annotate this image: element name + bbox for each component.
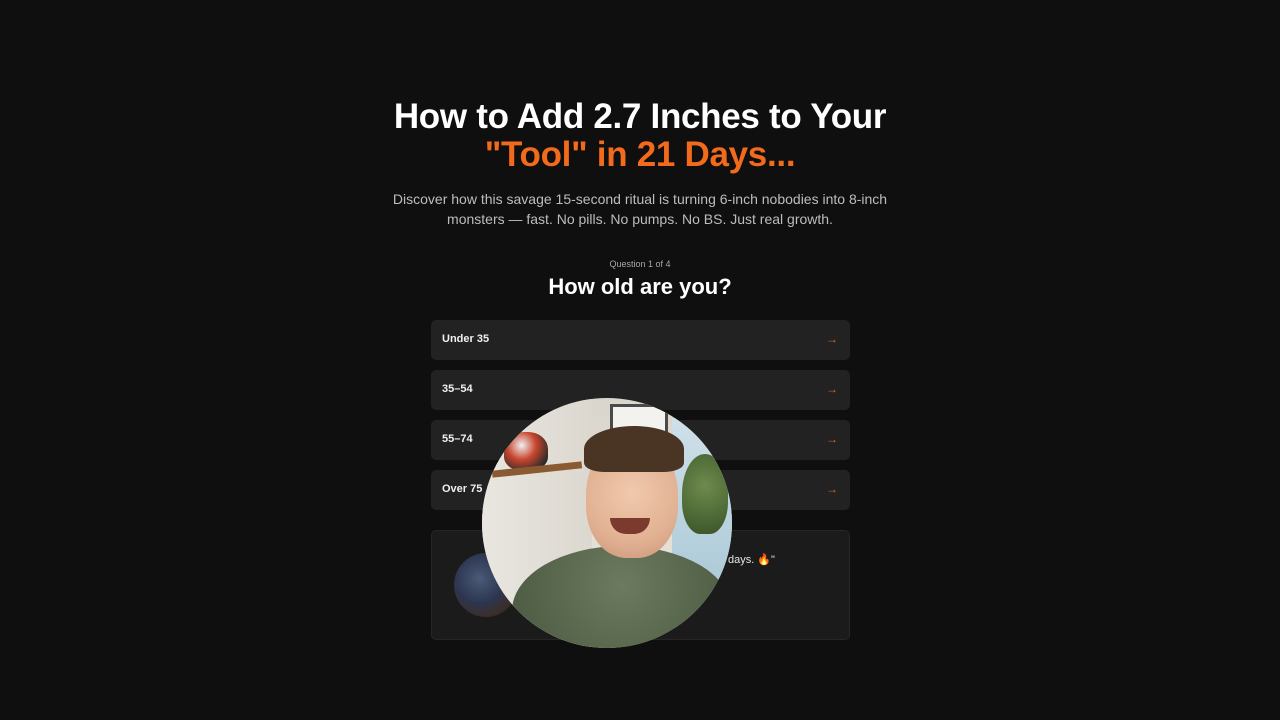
arrow-right-icon: →: [826, 382, 838, 396]
landing-page: How to Add 2.7 Inches to Your "Tool" in …: [0, 0, 1280, 720]
headline-line-2-highlight: "Tool" in 21 Days...: [484, 135, 796, 174]
age-option-under-35[interactable]: Under 35 →: [431, 320, 850, 360]
option-label: 35–54: [442, 383, 473, 395]
page-headline: How to Add 2.7 Inches to Your "Tool" in …: [0, 98, 1280, 174]
option-label: Over 75: [442, 483, 483, 495]
cam-person-hair: [584, 426, 684, 472]
subheadline: Discover how this savage 15-second ritua…: [392, 191, 888, 227]
cam-plant: [682, 454, 728, 534]
arrow-right-icon: →: [826, 432, 838, 446]
cam-helmet: [504, 432, 548, 470]
arrow-right-icon: →: [826, 332, 838, 346]
testimonial-quote: days. 🔥": [728, 554, 775, 566]
question-counter: Question 1 of 4: [609, 259, 671, 269]
webcam-overlay: [482, 398, 732, 648]
arrow-right-icon: →: [826, 482, 838, 496]
option-label: Under 35: [442, 333, 490, 345]
option-label: 55–74: [442, 433, 473, 445]
question-title: How old are you?: [548, 274, 732, 299]
headline-line-1: How to Add 2.7 Inches to Your: [393, 97, 887, 136]
